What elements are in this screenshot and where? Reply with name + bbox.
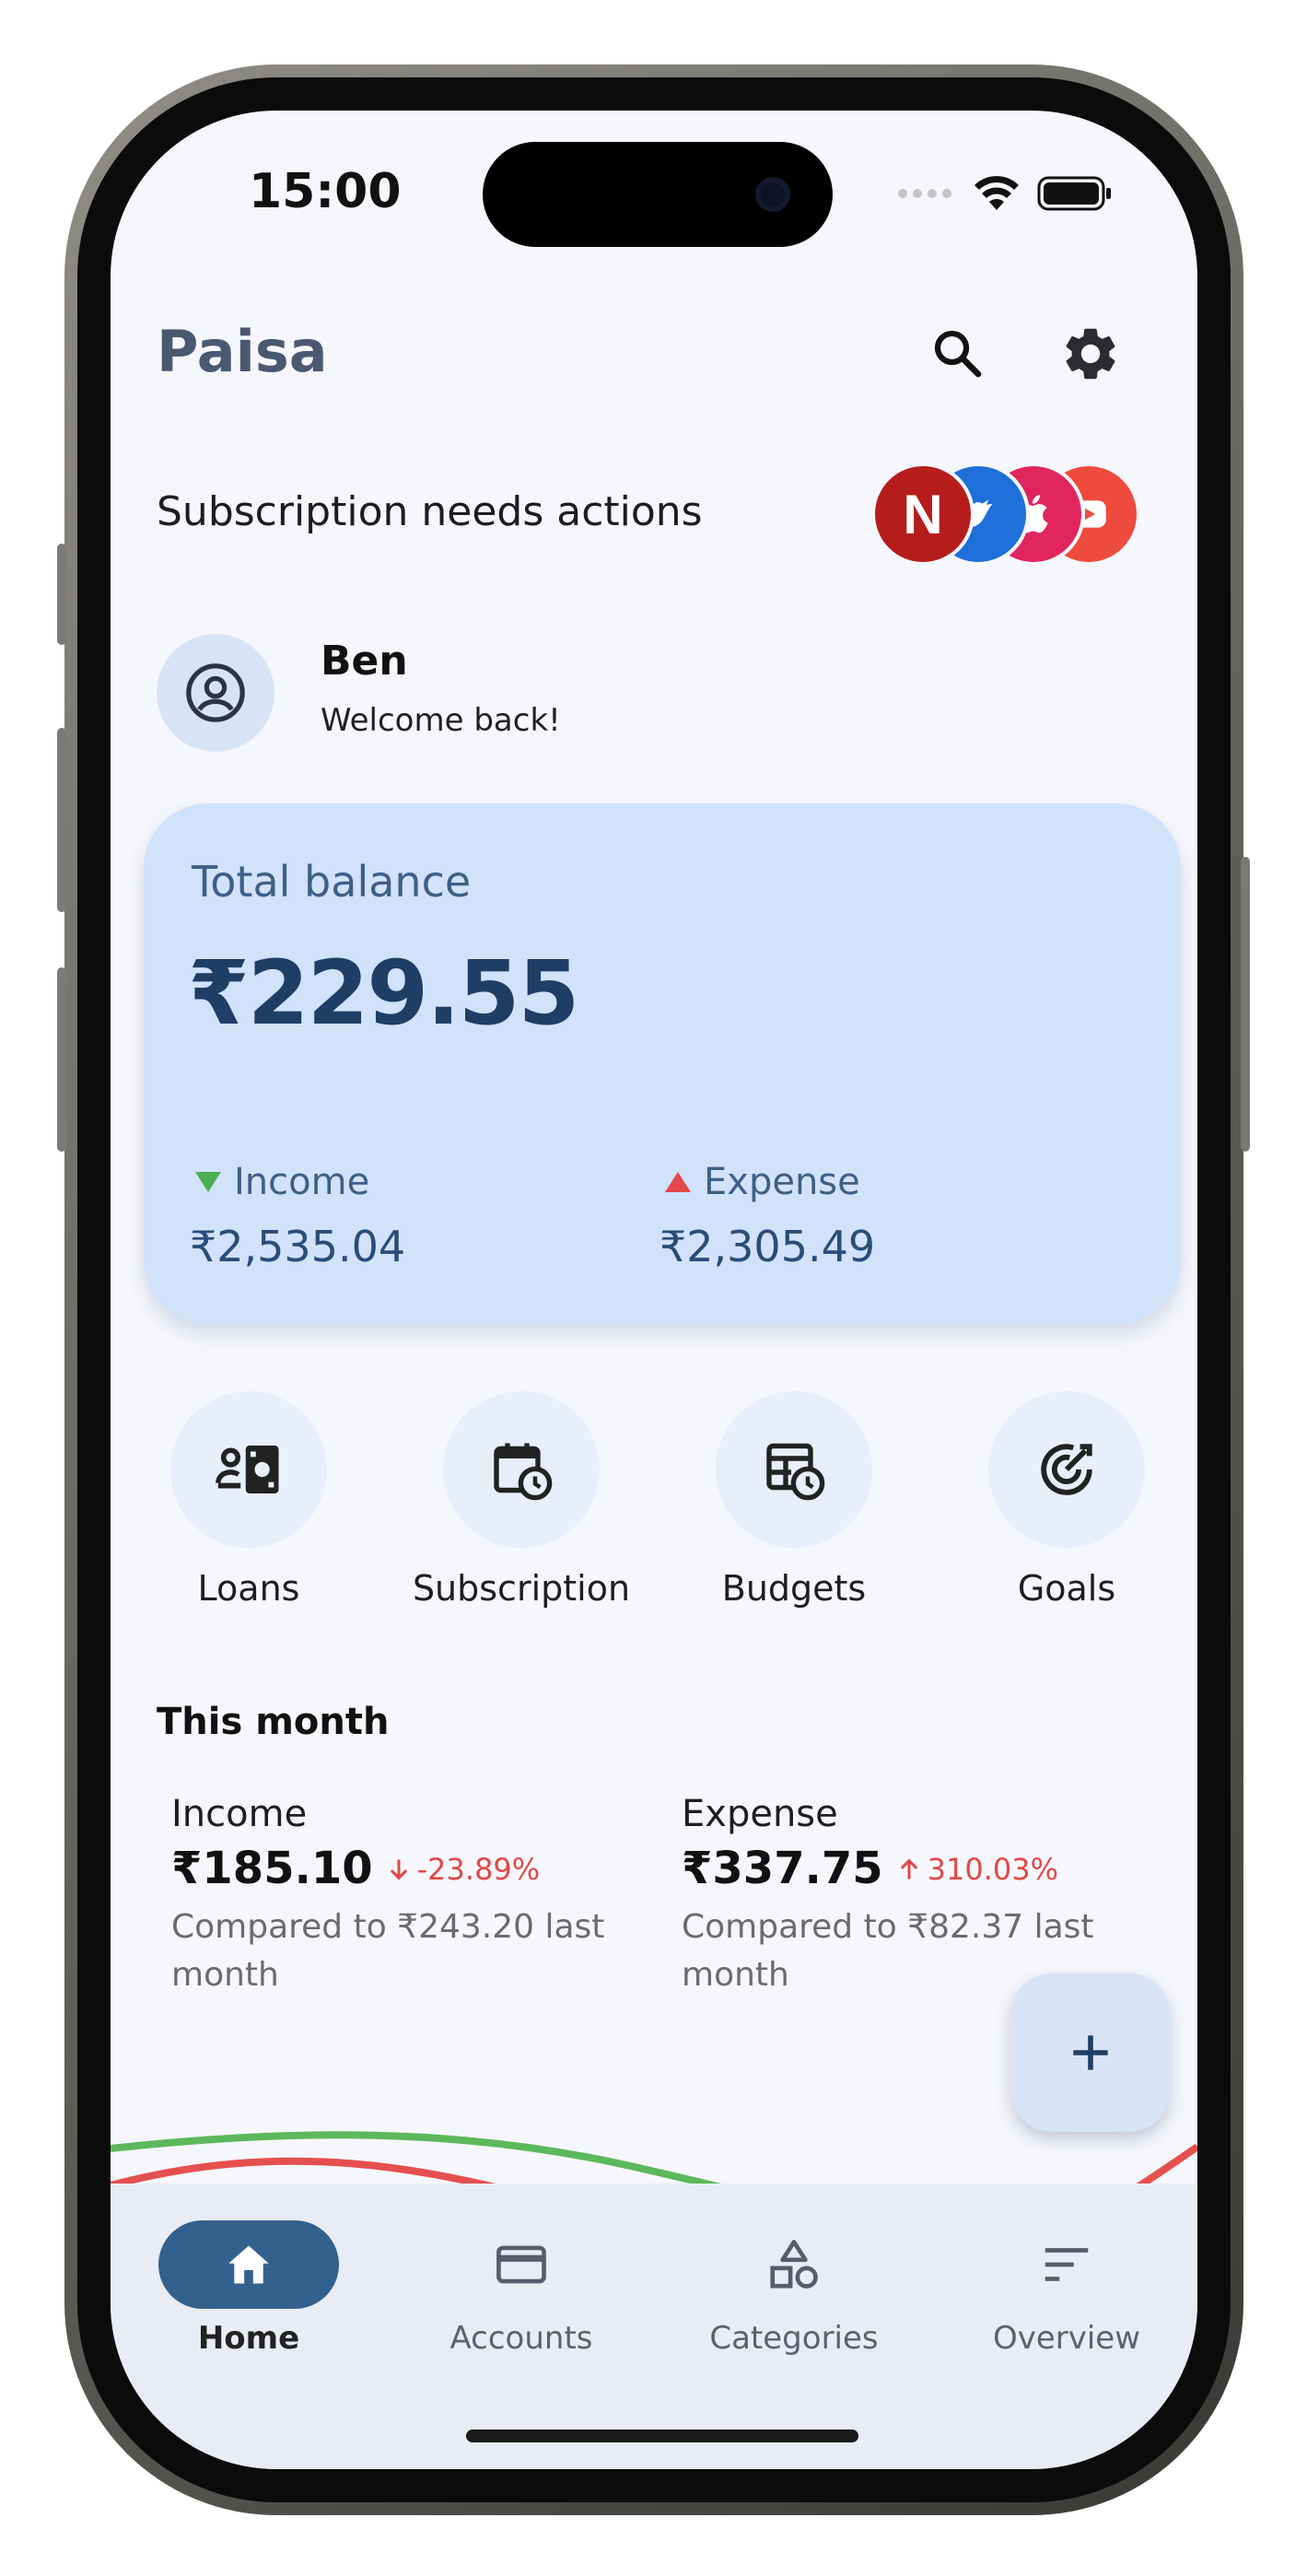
nav-accounts[interactable]: Accounts — [383, 2220, 659, 2357]
avatar[interactable] — [157, 634, 274, 752]
month-expense-change-text: 310.03% — [927, 1852, 1058, 1887]
budget-icon — [766, 1443, 825, 1501]
income-down-arrow-icon — [195, 1172, 221, 1192]
expense-up-arrow-icon — [665, 1172, 691, 1192]
battery-icon — [1037, 176, 1111, 211]
nav-accounts-pill — [431, 2220, 612, 2309]
month-expense-change: 310.03% — [896, 1852, 1058, 1887]
subscription-banner-text[interactable]: Subscription needs actions — [157, 488, 703, 535]
power-button — [1241, 857, 1250, 1152]
welcome-text: Welcome back! — [321, 702, 561, 739]
month-expense-row: ₹337.75 310.03% — [682, 1843, 1161, 1894]
month-income-change-text: -23.89% — [416, 1852, 541, 1887]
action-button — [57, 544, 66, 645]
nav-home-label: Home — [197, 2320, 300, 2357]
subscription-avatars[interactable]: N — [871, 463, 1148, 569]
nav-categories[interactable]: Categories — [656, 2220, 932, 2357]
home-icon — [228, 2245, 269, 2284]
search-icon — [934, 330, 982, 378]
nav-overview-pill — [976, 2220, 1157, 2309]
user-circle-icon — [186, 663, 245, 722]
calendar-clock-icon — [494, 1443, 553, 1501]
plus-icon — [1073, 2035, 1108, 2070]
nav-accounts-label: Accounts — [449, 2320, 593, 2357]
month-income-row: ₹185.10 -23.89% — [171, 1843, 650, 1894]
search-button[interactable] — [912, 308, 1004, 400]
expense-value: ₹2,305.49 — [659, 1222, 876, 1271]
netflix-letter: N — [903, 483, 943, 545]
nav-categories-label: Categories — [709, 2320, 879, 2357]
income-label: Income — [234, 1161, 370, 1203]
goals-label: Goals — [1017, 1568, 1116, 1609]
budgets-label: Budgets — [721, 1568, 867, 1609]
month-income-compare: Compared to ₹243.20 last month — [171, 1908, 605, 1994]
shapes-icon — [770, 2240, 818, 2289]
quick-action-loans[interactable]: Loans — [111, 1391, 387, 1609]
dynamic-island — [483, 142, 833, 247]
netflix-avatar: N — [871, 463, 974, 566]
subscription-icon-circle — [443, 1391, 600, 1548]
nav-overview-label: Overview — [992, 2320, 1141, 2357]
balance-card[interactable]: Total balance ₹229.55 Income ₹2,535.04 E… — [144, 803, 1181, 1325]
goals-icon-circle — [988, 1391, 1145, 1548]
profile-name: Ben — [321, 638, 408, 685]
card-icon — [496, 2245, 546, 2284]
sort-lines-icon — [1044, 2248, 1089, 2281]
total-balance-label: Total balance — [192, 857, 472, 907]
month-expense-label: Expense — [682, 1793, 838, 1835]
nav-overview[interactable]: Overview — [928, 2220, 1197, 2357]
settings-button[interactable] — [1044, 308, 1137, 400]
gear-icon — [1066, 328, 1115, 380]
app-title: Paisa — [157, 318, 328, 385]
wifi-icon — [974, 176, 1019, 210]
signal-dots-icon — [898, 189, 951, 198]
subscription-label: Subscription — [412, 1568, 631, 1609]
month-income-stat: Income ₹185.10 -23.89% Compared to ₹243.… — [171, 1793, 650, 1999]
nav-home[interactable]: Home — [111, 2220, 387, 2357]
home-indicator[interactable] — [466, 2430, 858, 2442]
total-balance-value: ₹229.55 — [188, 942, 579, 1045]
budgets-icon-circle — [716, 1391, 872, 1548]
this-month-title: This month — [157, 1701, 390, 1743]
quick-action-goals[interactable]: Goals — [928, 1391, 1197, 1609]
status-icons — [897, 175, 1113, 212]
expense-label-row: Expense — [665, 1161, 860, 1203]
front-camera — [755, 177, 790, 212]
arrow-up-icon — [900, 1858, 917, 1879]
volume-down-button — [57, 967, 66, 1152]
nav-categories-pill — [704, 2220, 884, 2309]
loans-label: Loans — [197, 1568, 300, 1609]
quick-action-subscription[interactable]: Subscription — [383, 1391, 659, 1609]
app-screen: 15:00 Paisa Subscription needs actions N… — [111, 111, 1197, 2469]
arrow-down-icon — [390, 1859, 407, 1880]
volume-up-button — [57, 728, 66, 912]
income-value: ₹2,535.04 — [190, 1222, 406, 1271]
month-income-value: ₹185.10 — [171, 1843, 373, 1894]
month-expense-stat: Expense ₹337.75 310.03% Compared to ₹82.… — [682, 1793, 1161, 1999]
loans-icon-circle — [170, 1391, 327, 1548]
add-transaction-button[interactable] — [1011, 1973, 1170, 2132]
status-time: 15:00 — [249, 164, 402, 219]
bottom-nav: Home Accounts Categories Overview — [111, 2184, 1197, 2469]
target-icon — [1041, 1444, 1092, 1495]
expense-label: Expense — [704, 1161, 860, 1203]
income-label-row: Income — [195, 1161, 369, 1203]
month-income-change: -23.89% — [386, 1852, 541, 1887]
quick-action-budgets[interactable]: Budgets — [656, 1391, 932, 1609]
loan-icon — [216, 1446, 279, 1493]
month-income-label: Income — [171, 1793, 308, 1835]
nav-home-pill — [158, 2220, 339, 2309]
month-expense-value: ₹337.75 — [682, 1843, 883, 1894]
